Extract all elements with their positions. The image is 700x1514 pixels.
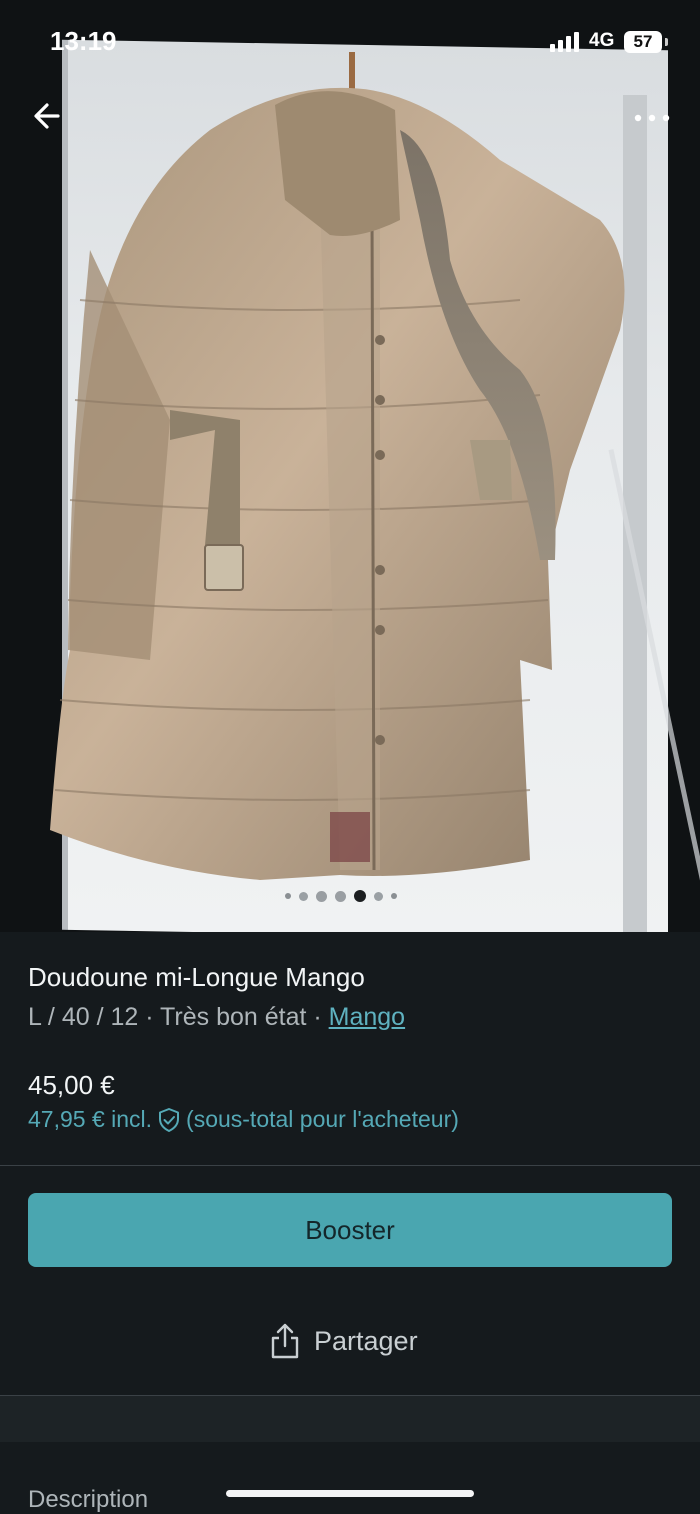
shield-check-icon — [159, 1107, 180, 1132]
network-type: 4G — [589, 30, 615, 51]
price-incl-protection[interactable]: 47,95 € incl. (sous-total pour l'acheteu… — [28, 1106, 459, 1133]
separator: · — [138, 1003, 161, 1031]
status-bar: 13:19 4G 57 — [0, 0, 700, 80]
brand-link[interactable]: Mango — [329, 1003, 405, 1031]
share-icon — [271, 1323, 299, 1359]
status-time: 13:19 — [50, 26, 117, 56]
booster-button[interactable]: Booster — [28, 1193, 672, 1267]
product-condition: Très bon état — [160, 1003, 307, 1031]
section-gap — [0, 1396, 700, 1442]
product-size: L / 40 / 12 — [28, 1003, 139, 1031]
share-button[interactable]: Partager — [268, 1322, 418, 1360]
gallery-dot-active[interactable] — [354, 890, 366, 902]
battery-tip — [665, 38, 668, 46]
signal-icon — [550, 32, 579, 52]
gallery-dot[interactable] — [335, 890, 346, 902]
description-heading: Description — [28, 1486, 149, 1513]
product-price: 45,00 € — [28, 1070, 115, 1100]
product-photo[interactable]: 13:19 4G 57 — [0, 0, 700, 932]
price-incl-value: 47,95 € incl. — [28, 1106, 153, 1132]
product-attributes: L / 40 / 12 · Très bon état · Mango — [28, 1003, 405, 1032]
product-title: Doudoune mi-Longue Mango — [28, 962, 365, 992]
coat-image — [50, 52, 625, 880]
price-note: (sous-total pour l'acheteur) — [186, 1106, 459, 1132]
divider — [0, 1165, 700, 1166]
gallery-dot[interactable] — [316, 890, 327, 902]
battery-icon: 57 — [624, 31, 662, 53]
gallery-dot[interactable] — [299, 891, 308, 901]
back-arrow-icon[interactable] — [28, 96, 68, 136]
gallery-pagination[interactable] — [285, 890, 397, 902]
more-options-icon[interactable] — [628, 98, 676, 138]
home-indicator[interactable] — [226, 1490, 474, 1497]
share-label: Partager — [314, 1325, 418, 1356]
gallery-dot[interactable] — [374, 891, 383, 901]
gallery-dot[interactable] — [285, 893, 291, 899]
gallery-dot[interactable] — [391, 893, 397, 899]
separator: · — [306, 1003, 329, 1031]
